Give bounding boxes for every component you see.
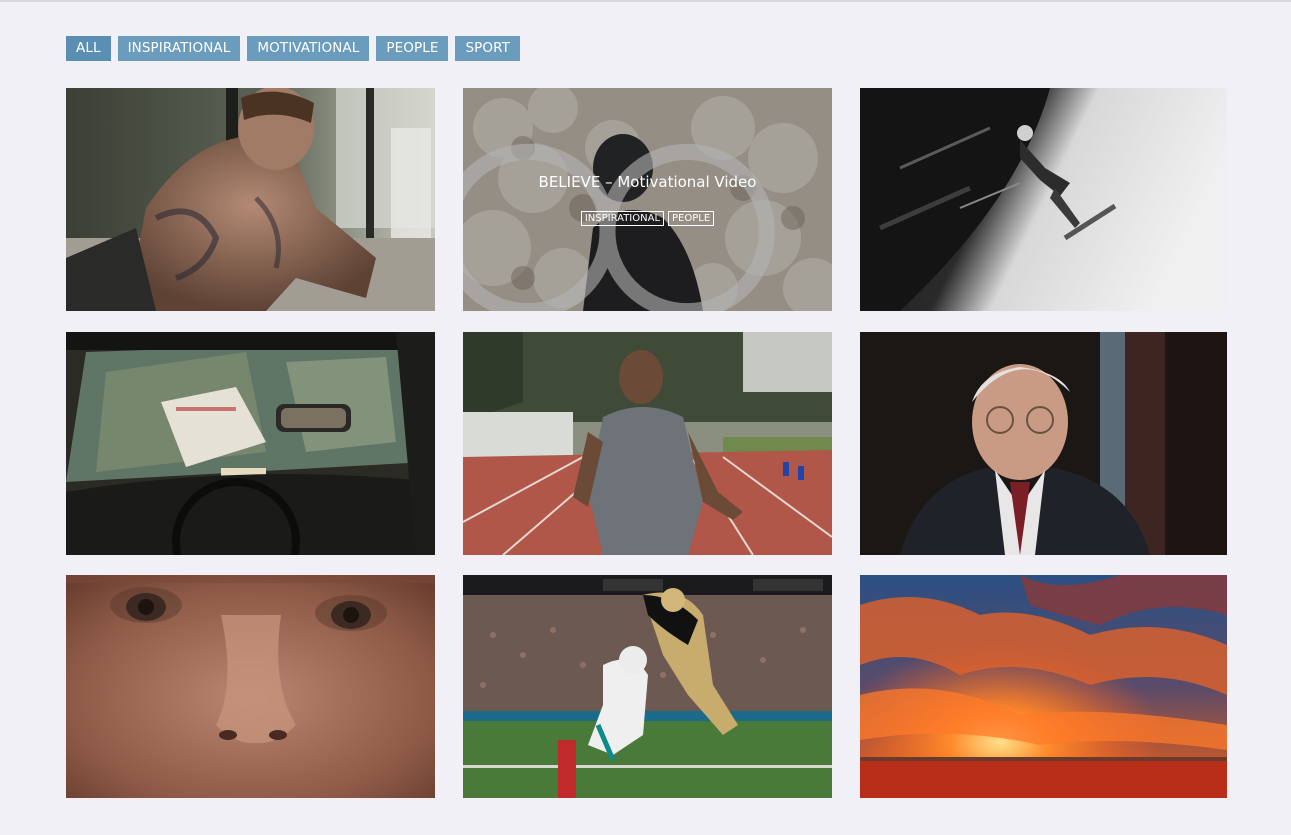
video-tile-8[interactable] [463, 575, 832, 798]
video-tile-2[interactable]: BELIEVE – Motivational Video INSPIRATION… [463, 88, 832, 311]
video-thumbnail-elderly-man [860, 332, 1227, 555]
video-thumbnail-tattooed-man [66, 88, 435, 311]
video-tile-6[interactable] [860, 332, 1227, 555]
video-thumbnail-football [463, 575, 832, 798]
video-tag-inspirational[interactable]: INSPIRATIONAL [580, 211, 665, 226]
filter-inspirational-button[interactable]: INSPIRATIONAL [117, 36, 241, 61]
video-tile-4[interactable] [66, 332, 435, 555]
video-tile-3[interactable] [860, 88, 1227, 311]
video-thumbnail-taxi [66, 332, 435, 555]
video-tile-5[interactable] [463, 332, 832, 555]
video-thumbnail-face-closeup [66, 575, 435, 798]
category-filter-bar: ALL INSPIRATIONAL MOTIVATIONAL PEOPLE SP… [66, 36, 520, 61]
video-tile-7[interactable] [66, 575, 435, 798]
video-thumbnail-sunset [860, 575, 1227, 798]
video-thumbnail-skateboarder [860, 88, 1227, 311]
video-tag-list: INSPIRATIONAL PEOPLE [580, 211, 715, 226]
filter-sport-button[interactable]: SPORT [455, 36, 520, 61]
filter-motivational-button[interactable]: MOTIVATIONAL [247, 36, 370, 61]
video-tag-people[interactable]: PEOPLE [668, 211, 715, 226]
video-hover-overlay: BELIEVE – Motivational Video INSPIRATION… [463, 88, 832, 311]
video-tile-1[interactable] [66, 88, 435, 311]
filter-all-button[interactable]: ALL [66, 36, 111, 61]
video-tile-9[interactable] [860, 575, 1227, 798]
video-title[interactable]: BELIEVE – Motivational Video [539, 173, 757, 191]
video-thumbnail-runner [463, 332, 832, 555]
filter-people-button[interactable]: PEOPLE [376, 36, 449, 61]
